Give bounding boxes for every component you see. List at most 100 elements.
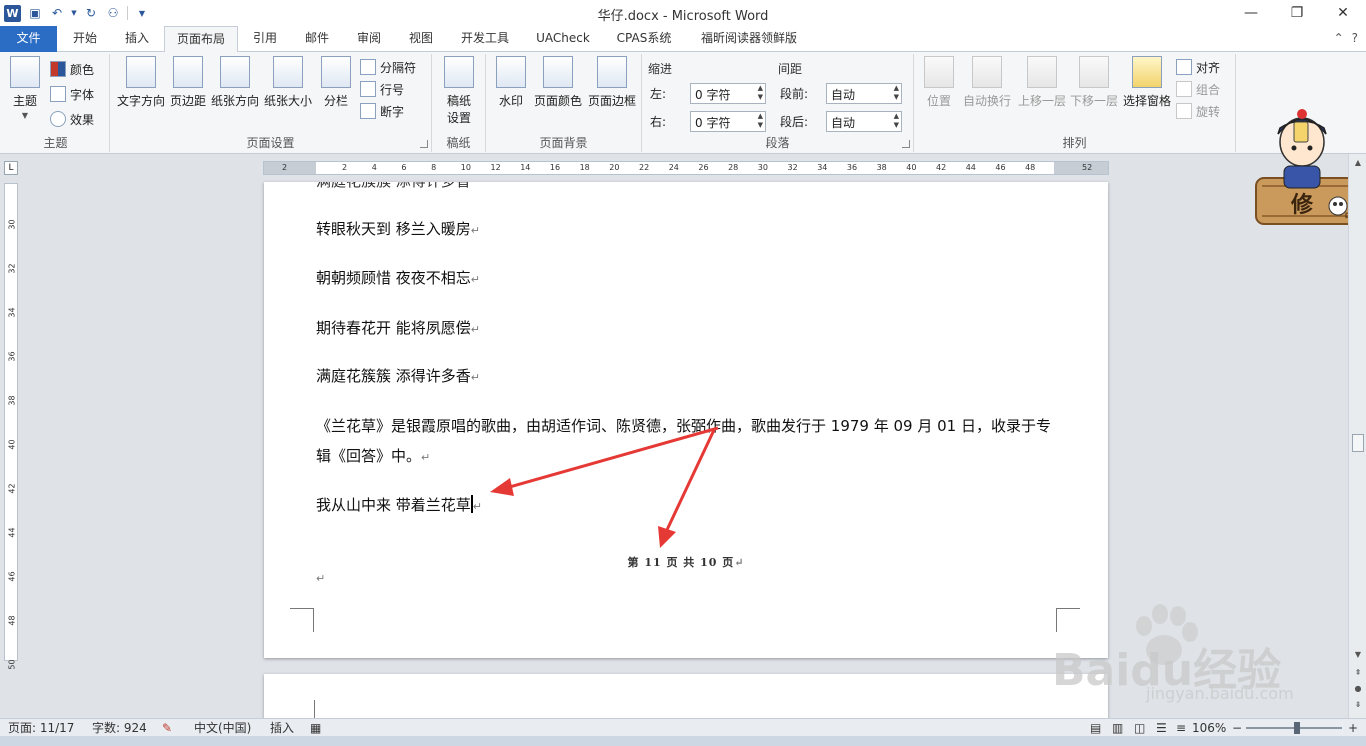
tab-uacheck[interactable]: UACheck	[524, 26, 602, 52]
collapse-ribbon-icon[interactable]: ⌃	[1334, 31, 1344, 45]
draft-icon[interactable]: ≡	[1176, 720, 1186, 736]
tab-file[interactable]: 文件	[0, 26, 57, 52]
paragraph[interactable]: 朝朝频顾惜 夜夜不相忘↵	[316, 263, 480, 295]
spacing-after-input[interactable]: 自动 ▲ ▼	[826, 110, 902, 132]
margins-label: 页边距	[169, 94, 206, 108]
paragraph-text: 满庭花簇簇 添得许多香	[316, 367, 471, 385]
indent-left-input[interactable]: 0 字符 ▲ ▼	[690, 82, 766, 104]
ruler-tab-selector[interactable]: L	[4, 161, 18, 175]
paragraph[interactable]: 我从山中来 带着兰花草 ↵	[316, 490, 482, 522]
selection-pane-button[interactable]: 选择窗格	[1120, 56, 1174, 109]
zoom-slider-thumb[interactable]	[1294, 722, 1300, 734]
dropdown-icon[interactable]: ▼	[71, 5, 77, 21]
tab-view[interactable]: 视图	[396, 26, 446, 52]
help-icon[interactable]: ?	[1352, 31, 1358, 45]
zoom-level[interactable]: 106%	[1192, 720, 1226, 736]
tab-review[interactable]: 审阅	[344, 26, 394, 52]
spacing-before-input[interactable]: 自动 ▲ ▼	[826, 82, 902, 104]
page-count[interactable]: 页面: 11/17	[8, 720, 74, 736]
chevron-down-icon: ▼	[21, 111, 29, 120]
watermark-button[interactable]: 水印	[494, 56, 528, 109]
send-backward-button[interactable]: 下移一层	[1068, 56, 1120, 109]
tab-developer[interactable]: 开发工具	[448, 26, 522, 52]
spinner-icon[interactable]: ▲ ▼	[894, 84, 899, 102]
theme-button[interactable]: 主题 ▼	[6, 56, 44, 120]
network-icon[interactable]: ⚇	[105, 5, 121, 21]
margins-button[interactable]: 页边距	[168, 56, 208, 109]
manuscript-button[interactable]: 稿纸 设置	[440, 56, 478, 126]
undo-icon[interactable]: ↶	[49, 5, 65, 21]
spinner-icon[interactable]: ▲ ▼	[758, 84, 763, 102]
tab-page-layout[interactable]: 页面布局	[164, 26, 238, 53]
ruler-tick-label: 4	[371, 163, 377, 172]
customize-qat-icon[interactable]: ▼	[134, 5, 150, 21]
wrap-text-button[interactable]: 自动换行	[960, 56, 1014, 109]
zoom-out-button[interactable]: −	[1232, 720, 1242, 736]
paragraph-text: 我从山中来 带着兰花草	[316, 496, 471, 514]
outline-icon[interactable]: ☰	[1156, 720, 1167, 736]
line-numbers-label: 行号	[380, 82, 405, 97]
bring-forward-label: 上移一层	[1017, 94, 1066, 108]
indent-right-input[interactable]: 0 字符 ▲ ▼	[690, 110, 766, 132]
paragraph[interactable]: 期待春花开 能将夙愿偿↵	[316, 313, 480, 345]
orientation-button[interactable]: 纸张方向	[210, 56, 260, 109]
browse-object-icon[interactable]: ●	[1352, 684, 1364, 694]
scrollbar-thumb[interactable]	[1352, 434, 1364, 452]
next-page-icon[interactable]: ⇟	[1352, 700, 1364, 710]
paragraph-text: 转眼秋天到 移兰入暖房	[316, 220, 471, 238]
tab-mailings[interactable]: 邮件	[292, 26, 342, 52]
hyphenation-button[interactable]: 断字	[360, 100, 404, 122]
macro-record-icon[interactable]: ▦	[310, 720, 321, 736]
columns-button[interactable]: 分栏	[318, 56, 354, 109]
align-button[interactable]: 对齐	[1176, 56, 1220, 78]
spinner-icon[interactable]: ▲ ▼	[758, 112, 763, 130]
paragraph-launcher[interactable]	[902, 140, 910, 148]
redo-icon[interactable]: ↻	[83, 5, 99, 21]
position-button[interactable]: 位置	[920, 56, 958, 109]
vertical-ruler[interactable]: 30 32 34 36 38 40 42 44 46 48 50	[4, 183, 18, 670]
paragraph[interactable]: 《兰花草》是银霞原唱的歌曲，由胡适作词、陈贤德，张弼作曲，歌曲发行于 1979 …	[316, 411, 1056, 473]
vruler-tick-label: 50	[7, 659, 17, 670]
tab-foxit[interactable]: 福昕阅读器领鲜版	[686, 26, 812, 52]
page-setup-launcher[interactable]	[420, 140, 428, 148]
restore-button[interactable]: ❐	[1274, 0, 1320, 26]
document-page[interactable]: 满庭花簇簇 添得许多香 转眼秋天到 移兰入暖房↵ 朝朝频顾惜 夜夜不相忘↵ 期待…	[264, 182, 1108, 658]
vruler-tick-label: 38	[7, 395, 17, 406]
print-layout-icon[interactable]: ▤	[1090, 720, 1101, 736]
save-icon[interactable]: ▣	[27, 5, 43, 21]
tab-home[interactable]: 开始	[60, 26, 110, 52]
page-border-button[interactable]: 页面边框	[586, 56, 638, 109]
tab-cpas[interactable]: CPAS系统	[604, 26, 684, 52]
rotate-button[interactable]: 旋转	[1176, 100, 1220, 122]
tab-insert[interactable]: 插入	[112, 26, 162, 52]
text-direction-button[interactable]: 文字方向	[116, 56, 166, 109]
tab-references[interactable]: 引用	[240, 26, 290, 52]
group-button[interactable]: 组合	[1176, 78, 1220, 100]
language-indicator[interactable]: 中文(中国)	[194, 720, 251, 736]
web-layout-icon[interactable]: ◫	[1134, 720, 1145, 736]
bring-forward-button[interactable]: 上移一层	[1016, 56, 1068, 109]
paragraph[interactable]: 转眼秋天到 移兰入暖房↵	[316, 214, 480, 246]
close-button[interactable]: ✕	[1320, 0, 1366, 26]
spinner-icon[interactable]: ▲ ▼	[894, 112, 899, 130]
breaks-button[interactable]: 分隔符	[360, 56, 416, 78]
scroll-up-icon[interactable]: ▲	[1352, 158, 1364, 168]
minimize-button[interactable]: —	[1228, 0, 1274, 26]
proofing-icon[interactable]: ✎	[162, 720, 172, 736]
colors-button[interactable]: 颜色	[50, 58, 94, 80]
size-button[interactable]: 纸张大小	[262, 56, 314, 109]
effects-button[interactable]: 效果	[50, 108, 94, 130]
full-screen-reading-icon[interactable]: ▥	[1112, 720, 1123, 736]
page-footer[interactable]: 第 11 页 共 10 页↵	[264, 554, 1108, 570]
paragraph[interactable]: 满庭花簇簇 添得许多香↵	[316, 361, 480, 393]
horizontal-ruler[interactable]: 2 2 4 6 8 10 12 14 16 18 20 22 24 26 28 30 32 34 36 38 40 42 4…	[263, 161, 1109, 175]
insert-mode[interactable]: 插入	[270, 720, 294, 736]
vertical-scrollbar[interactable]: ▲ ▼ ⇞ ● ⇟	[1348, 154, 1366, 718]
fonts-button[interactable]: 字体	[50, 83, 94, 105]
line-numbers-button[interactable]: 行号	[360, 78, 404, 100]
word-count[interactable]: 字数: 924	[92, 720, 147, 736]
zoom-in-button[interactable]: +	[1348, 720, 1358, 736]
page-color-button[interactable]: 页面颜色	[532, 56, 584, 109]
scroll-down-icon[interactable]: ▼	[1352, 650, 1364, 660]
previous-page-icon[interactable]: ⇞	[1352, 668, 1364, 678]
